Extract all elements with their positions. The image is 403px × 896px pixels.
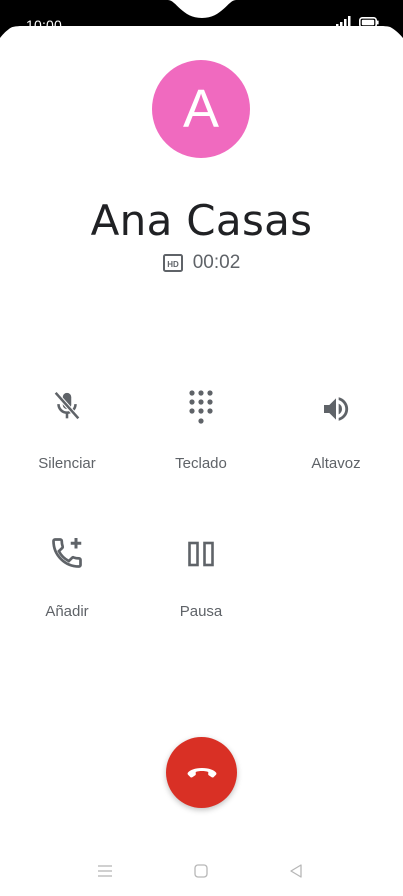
mute-label: Silenciar: [38, 455, 96, 472]
home-icon[interactable]: [193, 863, 209, 879]
mic-off-icon: [53, 391, 81, 420]
battery-icon: [359, 16, 379, 28]
navigation-bar: [0, 855, 403, 889]
hold-button[interactable]: Pausa: [151, 535, 251, 635]
pause-icon: [188, 541, 214, 567]
mute-button[interactable]: Silenciar: [17, 388, 117, 488]
speaker-label: Altavoz: [311, 455, 361, 472]
add-call-label: Añadir: [45, 603, 89, 620]
call-info: HD 00:02: [0, 252, 403, 274]
hd-label: HD: [167, 260, 179, 269]
status-bar: 10:00: [0, 0, 403, 38]
call-duration: 00:02: [192, 252, 241, 273]
add-call-icon: [52, 538, 82, 568]
contact-name: Ana Casas: [90, 196, 313, 245]
avatar-initial: A: [182, 79, 220, 139]
hang-up-icon: [187, 767, 216, 778]
keypad-button[interactable]: Teclado: [151, 388, 251, 488]
contact-avatar: A: [152, 60, 250, 158]
hold-label: Pausa: [179, 603, 223, 620]
add-call-button[interactable]: Añadir: [17, 535, 117, 635]
speaker-button[interactable]: Altavoz: [286, 388, 386, 488]
hd-icon: HD: [162, 254, 183, 272]
back-icon[interactable]: [288, 863, 304, 879]
end-call-button[interactable]: [166, 737, 237, 808]
keypad-label: Teclado: [175, 455, 227, 472]
speaker-icon: [324, 397, 349, 421]
signal-icon: [336, 16, 351, 28]
menu-icon[interactable]: [97, 863, 113, 879]
status-time: 10:00: [26, 17, 63, 33]
dialpad-icon: [189, 390, 213, 424]
